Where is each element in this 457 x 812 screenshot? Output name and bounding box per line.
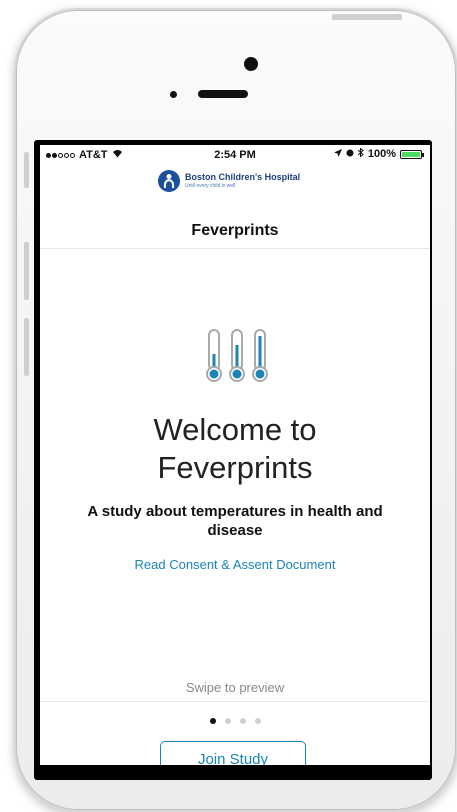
hospital-name: Boston Children's Hospital <box>185 172 301 182</box>
page-indicator[interactable] <box>40 718 430 724</box>
hospital-logo: Boston Children's Hospital Until every c… <box>158 170 300 192</box>
proximity-sensor <box>170 91 177 98</box>
status-bar: AT&T 2:54 PM 100% <box>40 145 430 165</box>
page-dot[interactable] <box>254 718 261 724</box>
page-dot[interactable] <box>209 718 216 724</box>
footer-divider <box>40 701 430 702</box>
welcome-line-2: Feverprints <box>157 450 313 485</box>
hospital-tagline: Until every child is well <box>185 183 236 189</box>
volume-up-button <box>24 242 29 300</box>
battery-percent: 100% <box>367 148 396 160</box>
volume-down-button <box>24 318 29 376</box>
alarm-icon <box>346 149 354 160</box>
study-subtitle: A study about temperatures in health and… <box>87 503 383 539</box>
battery-icon <box>400 149 424 159</box>
consent-document-link[interactable]: Read Consent & Assent Document <box>40 557 430 572</box>
mute-switch <box>24 152 29 188</box>
front-camera <box>244 57 258 71</box>
welcome-line-1: Welcome to <box>153 412 317 447</box>
app-screen: AT&T 2:54 PM 100% Boston Children's Hosp… <box>40 145 430 765</box>
join-study-button[interactable]: Join Study <box>160 741 306 765</box>
status-right: 100% <box>333 147 424 160</box>
thermometer-icon <box>202 328 272 384</box>
hospital-logo-icon <box>158 170 180 192</box>
nav-title: Feverprints <box>191 222 279 239</box>
nav-divider <box>40 248 430 249</box>
page-dot[interactable] <box>239 718 246 724</box>
power-button <box>332 14 402 20</box>
location-icon <box>333 148 342 160</box>
page-dot[interactable] <box>224 718 231 724</box>
welcome-heading: Welcome to Feverprints <box>40 411 430 487</box>
bluetooth-icon <box>357 147 364 160</box>
swipe-hint: Swipe to preview <box>185 680 285 695</box>
earpiece-speaker <box>198 90 248 98</box>
